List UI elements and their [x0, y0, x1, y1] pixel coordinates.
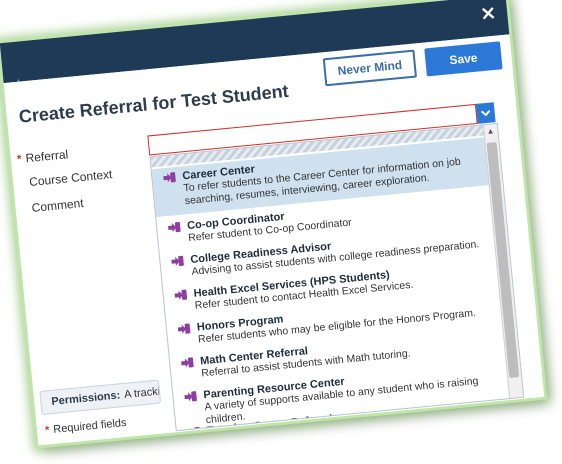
- referral-arrow-icon: [168, 221, 181, 233]
- chevron-down-icon: [480, 110, 491, 117]
- scroll-up-icon[interactable]: ▲: [485, 126, 496, 137]
- required-star-icon: *: [44, 424, 50, 437]
- referral-arrow-icon: [174, 289, 188, 300]
- permissions-label: Permissions:: [50, 389, 121, 408]
- referral-dropdown-list[interactable]: Career Center To refer students to the Ca…: [149, 122, 525, 432]
- referral-arrow-icon: [181, 357, 194, 368]
- referral-arrow-icon: [177, 323, 191, 334]
- close-icon[interactable]: [478, 4, 498, 24]
- lock-icon: [47, 396, 48, 408]
- permissions-text: A trackin: [123, 384, 162, 401]
- create-referral-modal: Create Referral for Test Student Never M…: [0, 0, 545, 446]
- referral-arrow-icon: [184, 391, 197, 402]
- referral-arrow-icon: [163, 172, 176, 183]
- referral-arrow-icon: [171, 255, 184, 267]
- select-toggle-button[interactable]: [475, 102, 496, 124]
- required-star-icon: *: [16, 151, 23, 167]
